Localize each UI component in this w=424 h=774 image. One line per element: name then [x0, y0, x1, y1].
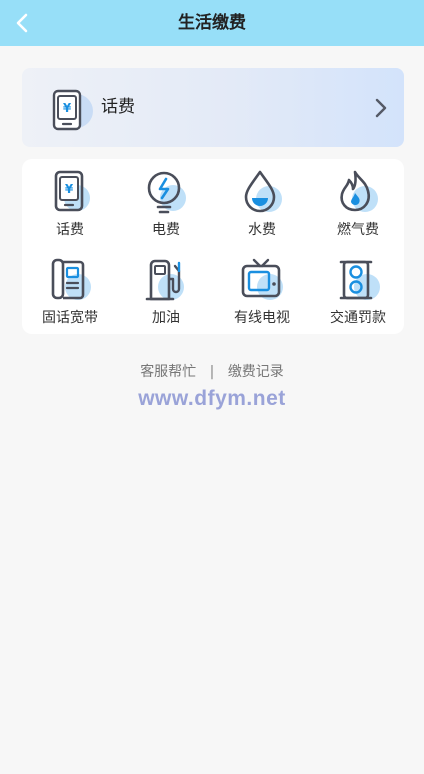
footer-links: 客服帮忙 | 缴费记录 [0, 361, 424, 383]
customer-service-link[interactable]: 客服帮忙 [140, 361, 196, 381]
service-label: 交通罚款 [330, 310, 386, 326]
service-label: 固话宽带 [42, 310, 98, 326]
service-water-bill[interactable]: 水费 [214, 161, 310, 241]
service-label: 加油 [152, 310, 180, 326]
service-landline-broadband[interactable]: 固话宽带 [22, 249, 118, 329]
landline-phone-icon [51, 258, 91, 300]
service-fuel[interactable]: 加油 [118, 249, 214, 329]
service-traffic-fines[interactable]: 交通罚款 [310, 249, 406, 329]
svg-text:¥: ¥ [63, 101, 72, 115]
service-label: 话费 [56, 222, 84, 238]
phone-yuan-icon: ¥ [54, 170, 90, 212]
fuel-pump-icon [145, 259, 184, 301]
page-title: 生活缴费 [178, 13, 246, 33]
service-phone-bill[interactable]: ¥ 话费 [22, 161, 118, 241]
bulb-lightning-icon [147, 171, 186, 214]
service-gas-bill[interactable]: 燃气费 [310, 161, 406, 241]
water-drop-icon [244, 170, 282, 213]
watermark-text: www.dfym.net [138, 387, 286, 410]
tv-icon [241, 258, 283, 300]
service-grid: ¥ 话费 电费 水费 燃气费 固话宽带 加油 有线电视 交通罚款 [22, 159, 404, 334]
chevron-right-icon [375, 98, 387, 118]
service-cable-tv[interactable]: 有线电视 [214, 249, 310, 329]
svg-text:¥: ¥ [65, 182, 74, 196]
flame-icon [340, 170, 378, 212]
service-electricity-bill[interactable]: 电费 [118, 161, 214, 241]
footer-separator: | [209, 364, 215, 380]
banner-phone-bill[interactable]: ¥ 话费 [22, 68, 404, 147]
traffic-light-icon [339, 260, 380, 300]
service-label: 燃气费 [337, 222, 379, 238]
service-label: 水费 [248, 222, 276, 238]
payment-records-link[interactable]: 缴费记录 [228, 361, 284, 381]
phone-yuan-icon: ¥ [52, 89, 93, 131]
service-label: 有线电视 [234, 310, 290, 326]
header-bar: 生活缴费 [0, 0, 424, 46]
banner-label: 话费 [101, 97, 135, 117]
service-label: 电费 [152, 222, 180, 238]
